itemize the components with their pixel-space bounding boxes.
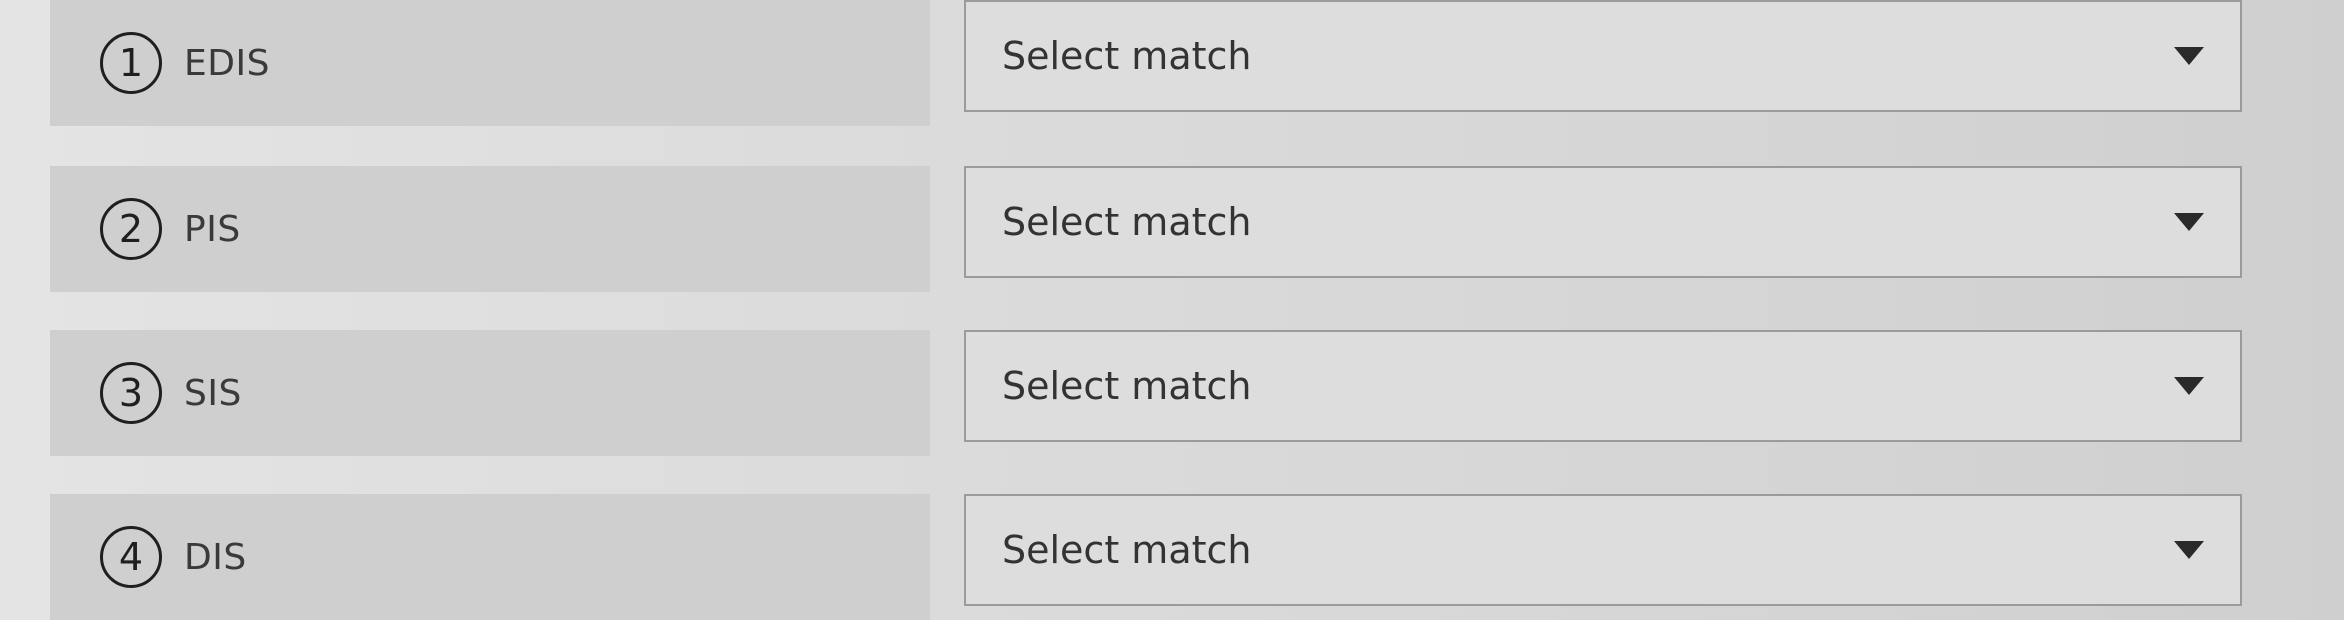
select-value: Select match bbox=[1002, 34, 1252, 78]
match-row-3: 3 SIS Select match bbox=[50, 330, 2250, 456]
item-number: 3 bbox=[118, 371, 144, 415]
item-number: 4 bbox=[118, 535, 144, 579]
select-match-dropdown-1[interactable]: Select match bbox=[964, 0, 2242, 112]
select-value: Select match bbox=[1002, 364, 1252, 408]
item-number-badge: 2 bbox=[100, 198, 162, 260]
chevron-down-icon bbox=[2174, 377, 2204, 395]
item-label: EDIS bbox=[184, 42, 270, 84]
match-prompt-3: 3 SIS bbox=[50, 330, 930, 456]
select-match-dropdown-4[interactable]: Select match bbox=[964, 494, 2242, 606]
item-number-badge: 1 bbox=[100, 32, 162, 94]
chevron-down-icon bbox=[2174, 541, 2204, 559]
match-row-2: 2 PIS Select match bbox=[50, 166, 2250, 292]
matching-question-page: 1 EDIS Select match 2 PIS Select match 3… bbox=[0, 0, 2344, 620]
select-value: Select match bbox=[1002, 200, 1252, 244]
select-value: Select match bbox=[1002, 528, 1252, 572]
select-match-dropdown-2[interactable]: Select match bbox=[964, 166, 2242, 278]
item-label: SIS bbox=[184, 372, 242, 414]
match-row-4: 4 DIS Select match bbox=[50, 494, 2250, 620]
chevron-down-icon bbox=[2174, 213, 2204, 231]
match-prompt-2: 2 PIS bbox=[50, 166, 930, 292]
item-number-badge: 3 bbox=[100, 362, 162, 424]
item-number-badge: 4 bbox=[100, 526, 162, 588]
match-prompt-4: 4 DIS bbox=[50, 494, 930, 620]
item-label: DIS bbox=[184, 536, 247, 578]
item-label: PIS bbox=[184, 208, 241, 250]
item-number: 2 bbox=[118, 207, 144, 251]
match-prompt-1: 1 EDIS bbox=[50, 0, 930, 126]
chevron-down-icon bbox=[2174, 47, 2204, 65]
match-row-1: 1 EDIS Select match bbox=[50, 0, 2250, 126]
select-match-dropdown-3[interactable]: Select match bbox=[964, 330, 2242, 442]
item-number: 1 bbox=[118, 41, 144, 85]
